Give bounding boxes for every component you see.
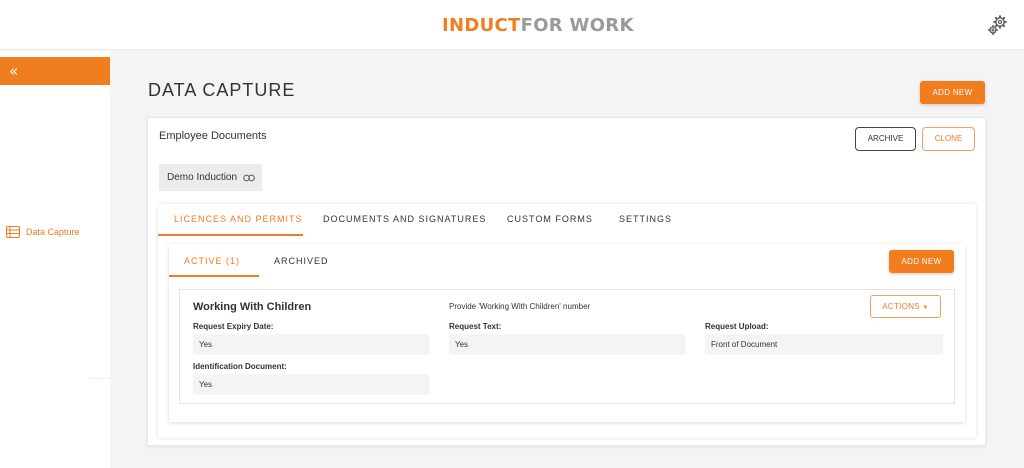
active-subtab-indicator bbox=[169, 275, 259, 277]
subtab-archived[interactable]: ARCHIVED bbox=[274, 256, 329, 266]
card-title: Employee Documents bbox=[159, 130, 267, 142]
document-card: Employee Documents ARCHIVE CLONE Demo In… bbox=[147, 117, 986, 446]
sidebar: « Data Capture bbox=[0, 51, 110, 468]
induction-chip[interactable]: Demo Induction bbox=[159, 164, 262, 191]
field-value-request-upload: Front of Document bbox=[705, 334, 943, 355]
field-label-request-text: Request Text: bbox=[449, 322, 502, 331]
licence-item: Working With Children Provide 'Working W… bbox=[179, 289, 955, 404]
field-value-request-expiry-date: Yes bbox=[193, 334, 429, 355]
actions-dropdown-button[interactable]: ACTIONS ▼ bbox=[870, 295, 941, 318]
tab-licences-and-permits[interactable]: LICENCES AND PERMITS bbox=[174, 214, 303, 224]
logo-induct: INDUCT bbox=[442, 15, 521, 36]
top-bar: INDUCTFOR WORK bbox=[0, 0, 1024, 50]
field-label-identification-document: Identification Document: bbox=[193, 362, 287, 371]
subtab-active[interactable]: ACTIVE (1) bbox=[184, 256, 240, 266]
double-chevron-left-icon: « bbox=[9, 62, 19, 80]
page-title: DATA CAPTURE bbox=[148, 80, 296, 100]
actions-label: ACTIONS bbox=[882, 302, 920, 311]
item-description: Provide 'Working With Children' number bbox=[449, 302, 591, 311]
item-title: Working With Children bbox=[193, 301, 312, 313]
sidebar-item-data-capture[interactable]: Data Capture bbox=[6, 226, 80, 238]
gears-icon[interactable] bbox=[987, 14, 1009, 36]
tab-custom-forms[interactable]: CUSTOM FORMS bbox=[507, 214, 593, 224]
sidebar-collapse-button[interactable]: « bbox=[0, 57, 110, 85]
link-icon bbox=[243, 174, 255, 181]
divider bbox=[90, 378, 110, 379]
logo-for-work: FOR WORK bbox=[520, 15, 634, 36]
licences-panel: ACTIVE (1) ARCHIVED ADD NEW Working With… bbox=[169, 244, 965, 422]
list-icon bbox=[6, 226, 20, 238]
add-new-licence-button[interactable]: ADD NEW bbox=[889, 250, 954, 273]
caret-down-icon: ▼ bbox=[922, 305, 929, 311]
app-logo[interactable]: INDUCTFOR WORK bbox=[442, 15, 634, 36]
field-value-identification-document: Yes bbox=[193, 374, 429, 395]
field-label-request-upload: Request Upload: bbox=[705, 322, 769, 331]
field-label-request-expiry-date: Request Expiry Date: bbox=[193, 322, 274, 331]
clone-button[interactable]: CLONE bbox=[922, 127, 975, 151]
tabs-panel: LICENCES AND PERMITS DOCUMENTS AND SIGNA… bbox=[158, 204, 976, 438]
archive-button[interactable]: ARCHIVE bbox=[855, 127, 916, 151]
sidebar-item-label: Data Capture bbox=[26, 227, 80, 237]
active-tab-indicator bbox=[158, 234, 303, 236]
field-value-request-text: Yes bbox=[449, 334, 685, 355]
tab-documents-and-signatures[interactable]: DOCUMENTS AND SIGNATURES bbox=[323, 214, 486, 224]
tab-settings[interactable]: SETTINGS bbox=[619, 214, 672, 224]
add-new-button[interactable]: ADD NEW bbox=[920, 81, 985, 104]
chip-label: Demo Induction bbox=[167, 172, 238, 183]
